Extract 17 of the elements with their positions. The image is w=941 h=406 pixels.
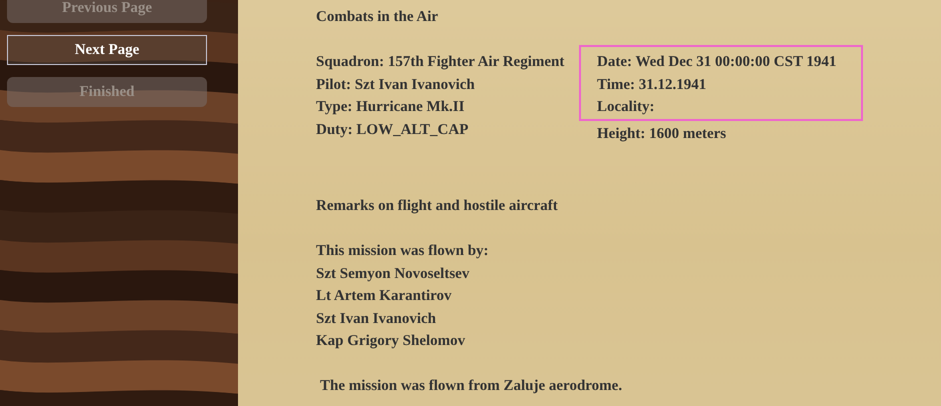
report-field: Pilot: Szt Ivan Ivanovich <box>316 74 595 96</box>
report-field: Squadron: 157th Fighter Air Regiment <box>316 51 595 74</box>
pilot-name: Szt Ivan Ivanovich <box>316 310 438 328</box>
report-field: Height: 1600 meters <box>597 122 861 145</box>
pilot-name: Szt Semyon Novoseltsev <box>316 264 470 284</box>
report-field: Duty: LOW_ALT_CAP <box>316 118 595 141</box>
closing-remark: The mission was flown from Zaluje aerodrome. <box>319 377 624 396</box>
report-field: Type: Hurricane Mk.II <box>316 96 595 118</box>
nav-button[interactable]: Next Page <box>7 35 207 65</box>
report-title: Combats in the Air <box>316 8 440 27</box>
report-field: Time: 31.12.1941 <box>597 74 861 96</box>
pilot-name: Kap Grigory Shelomov <box>316 332 466 351</box>
crew-heading: This mission was flown by: <box>316 242 490 261</box>
report-field: Date: Wed Dec 31 00:00:00 CST 1941 <box>597 51 861 74</box>
remarks-heading: Remarks on flight and hostile aircraft <box>316 197 559 216</box>
report-field: Locality: <box>597 96 861 118</box>
pilot-name: Lt Artem Karantirov <box>316 287 453 306</box>
